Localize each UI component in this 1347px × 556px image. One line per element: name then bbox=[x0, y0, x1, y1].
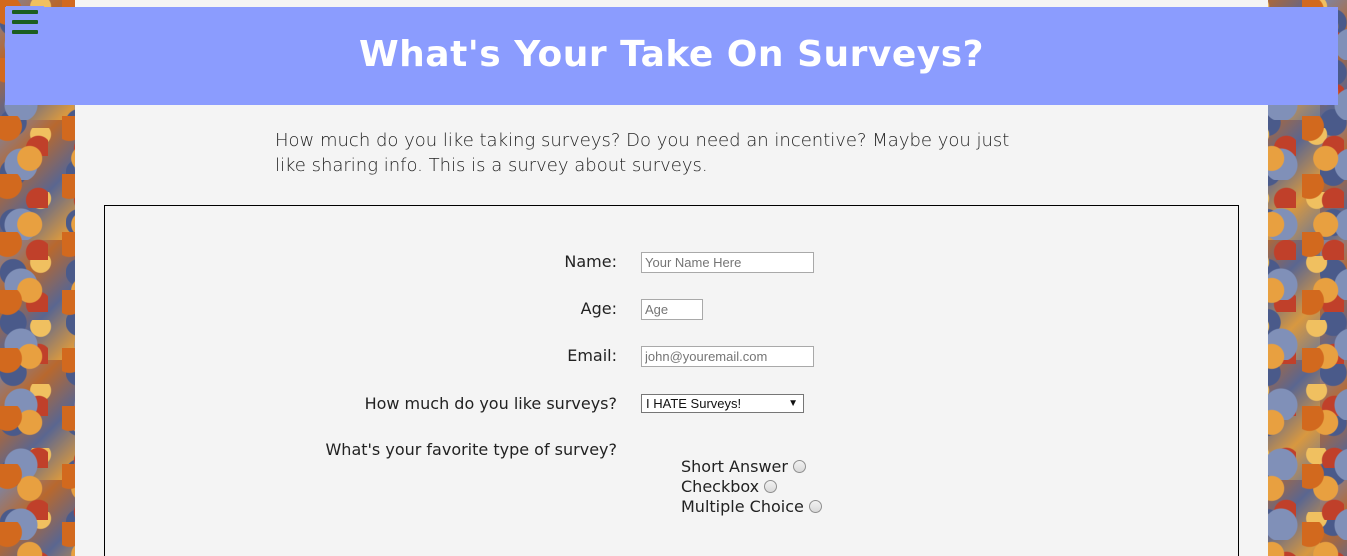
name-label: Name: bbox=[564, 252, 617, 271]
radio-label: Short Answer bbox=[681, 456, 788, 476]
favorite-radio-group: Short Answer Checkbox Multiple Choice bbox=[681, 456, 822, 516]
radio-option-short-answer[interactable]: Short Answer bbox=[681, 456, 822, 476]
survey-form: Name: Age: Email: How much do you like s… bbox=[104, 205, 1239, 556]
page-title: What's Your Take On Surveys? bbox=[358, 33, 985, 75]
radio-option-multiple-choice[interactable]: Multiple Choice bbox=[681, 496, 822, 516]
page-header: What's Your Take On Surveys? bbox=[5, 7, 1338, 105]
radio-button[interactable] bbox=[792, 459, 806, 473]
like-row: How much do you like surveys? I HATE Sur… bbox=[105, 394, 1238, 413]
menu-bar bbox=[12, 20, 38, 24]
like-select[interactable]: I HATE Surveys! ▼ bbox=[641, 394, 804, 413]
email-input[interactable] bbox=[641, 346, 814, 367]
name-input[interactable] bbox=[641, 252, 814, 273]
radio-label: Checkbox bbox=[681, 476, 760, 496]
menu-bar bbox=[12, 10, 38, 14]
email-label: Email: bbox=[567, 346, 617, 365]
chevron-down-icon: ▼ bbox=[788, 398, 798, 409]
menu-bar bbox=[12, 30, 38, 34]
radio-label: Multiple Choice bbox=[681, 496, 804, 516]
age-input[interactable] bbox=[641, 299, 703, 320]
radio-button[interactable] bbox=[764, 479, 778, 493]
radio-option-checkbox[interactable]: Checkbox bbox=[681, 476, 822, 496]
age-label: Age: bbox=[580, 299, 617, 318]
intro-text: How much do you like taking surveys? Do … bbox=[275, 130, 1010, 176]
radio-button[interactable] bbox=[808, 499, 822, 513]
like-select-value: I HATE Surveys! bbox=[646, 396, 742, 411]
like-label: How much do you like surveys? bbox=[364, 394, 617, 413]
hamburger-menu-icon[interactable] bbox=[6, 6, 44, 38]
favorite-label: What's your favorite type of survey? bbox=[325, 440, 617, 459]
